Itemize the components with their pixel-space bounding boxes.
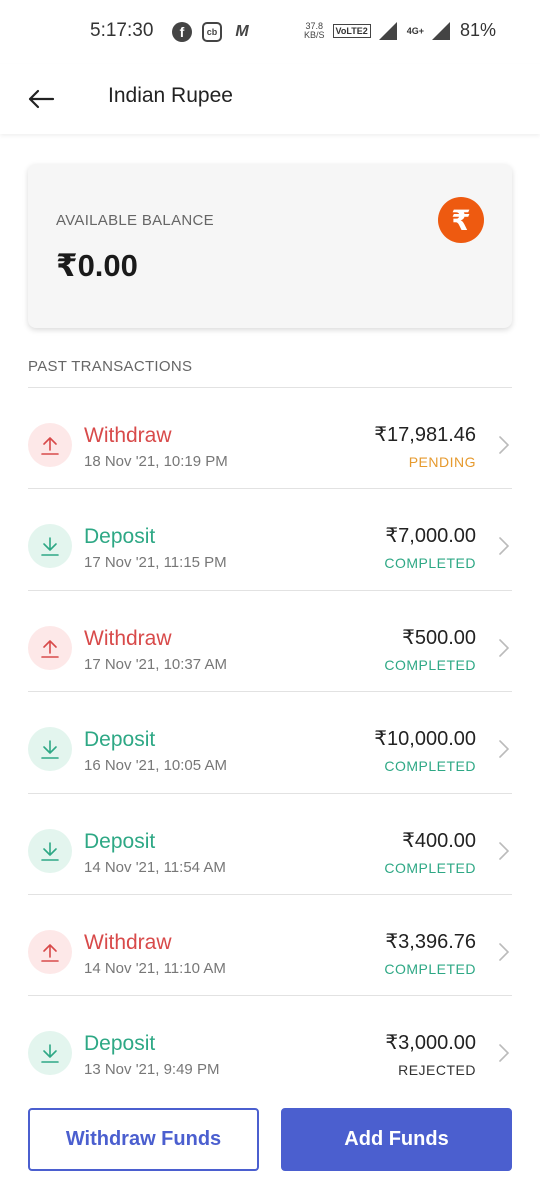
transaction-type: Deposit bbox=[84, 728, 156, 752]
transaction-status: COMPLETED bbox=[384, 555, 476, 572]
transaction-status: REJECTED bbox=[398, 1062, 476, 1079]
transaction-type: Withdraw bbox=[84, 930, 172, 954]
transaction-date: 16 Nov '21, 10:05 AM bbox=[84, 757, 227, 775]
section-title: PAST TRANSACTIONS bbox=[28, 358, 193, 375]
volte-icon: VoLTE2 bbox=[332, 23, 371, 38]
withdraw-funds-button[interactable]: Withdraw Funds bbox=[28, 1108, 259, 1171]
download-icon bbox=[28, 727, 72, 772]
transaction-date: 14 Nov '21, 11:54 AM bbox=[84, 858, 226, 876]
back-button[interactable] bbox=[26, 84, 56, 114]
network-speed-unit: KB/S bbox=[304, 29, 325, 40]
upload-icon bbox=[28, 423, 72, 467]
rupee-symbol: ₹ bbox=[451, 204, 471, 236]
transaction-type: Withdraw bbox=[84, 424, 172, 447]
facebook-icon: f bbox=[172, 22, 192, 42]
transaction-status: COMPLETED bbox=[384, 656, 476, 673]
status-time: 5:17:30 bbox=[90, 20, 154, 41]
transaction-type: Deposit bbox=[84, 1032, 156, 1056]
balance-card: AVAILABLE BALANCE ₹0.00 ₹ bbox=[28, 164, 512, 328]
add-funds-button[interactable]: Add Funds bbox=[281, 1108, 512, 1171]
transaction-amount: ₹400.00 bbox=[402, 829, 476, 852]
battery-level: 81% bbox=[459, 20, 496, 40]
arrow-left-icon bbox=[28, 89, 55, 109]
transaction-amount: ₹3,396.76 bbox=[385, 930, 476, 953]
transaction-type: Withdraw bbox=[84, 626, 172, 650]
transaction-amount: ₹7,000.00 bbox=[385, 525, 476, 548]
network-speed: 37.8 KB/S bbox=[304, 21, 325, 40]
notification-icons: f cb M bbox=[172, 22, 252, 42]
download-icon bbox=[28, 524, 72, 569]
transaction-row[interactable]: Deposit 14 Nov '21, 11:54 AM ₹400.00 COM… bbox=[28, 794, 512, 895]
download-icon bbox=[28, 1031, 72, 1076]
transaction-date: 17 Nov '21, 11:15 PM bbox=[84, 554, 227, 572]
transaction-row[interactable]: Deposit 17 Nov '21, 11:15 PM ₹7,000.00 C… bbox=[28, 489, 512, 591]
chevron-right-icon bbox=[499, 841, 510, 860]
chevron-right-icon bbox=[499, 740, 510, 758]
upload-icon bbox=[28, 929, 72, 974]
balance-label: AVAILABLE BALANCE bbox=[56, 212, 214, 229]
signal-icon-2 bbox=[431, 21, 450, 40]
m-app-icon: M bbox=[235, 23, 249, 40]
transaction-type: Deposit bbox=[84, 525, 156, 549]
chevron-right-icon bbox=[499, 1044, 510, 1063]
transaction-date: 13 Nov '21, 9:49 PM bbox=[84, 1061, 220, 1079]
transaction-status: COMPLETED bbox=[384, 859, 476, 876]
chevron-right-icon bbox=[499, 436, 510, 454]
transaction-status: COMPLETED bbox=[384, 960, 476, 977]
transaction-amount: ₹10,000.00 bbox=[374, 728, 476, 751]
transaction-status: COMPLETED bbox=[384, 758, 476, 775]
bottom-action-bar: Withdraw Funds Add Funds bbox=[0, 1092, 540, 1200]
transaction-type: Deposit bbox=[84, 829, 156, 853]
coinbase-icon: cb bbox=[202, 22, 222, 42]
transaction-amount: ₹500.00 bbox=[402, 626, 476, 649]
chevron-right-icon bbox=[499, 638, 510, 657]
signal-icon bbox=[378, 21, 397, 40]
app-header: Indian Rupee bbox=[0, 64, 540, 134]
transaction-row[interactable]: Withdraw 17 Nov '21, 10:37 AM ₹500.00 CO… bbox=[28, 591, 512, 693]
status-indicators: 37.8 KB/S VoLTE2 4G+ 81% bbox=[304, 20, 496, 41]
chevron-right-icon bbox=[499, 943, 510, 961]
download-icon bbox=[28, 828, 72, 873]
page-title: Indian Rupee bbox=[108, 84, 233, 107]
transaction-date: 17 Nov '21, 10:37 AM bbox=[84, 655, 227, 673]
balance-value: ₹0.00 bbox=[56, 248, 138, 283]
transaction-amount: ₹17,981.46 bbox=[374, 424, 476, 446]
transaction-date: 18 Nov '21, 10:19 PM bbox=[84, 453, 228, 470]
transaction-status: PENDING bbox=[408, 454, 476, 470]
rupee-icon: ₹ bbox=[438, 197, 484, 243]
transaction-row[interactable]: Withdraw 18 Nov '21, 10:19 PM ₹17,981.46… bbox=[28, 388, 512, 490]
network-type: 4G+ bbox=[406, 25, 424, 36]
upload-icon bbox=[28, 625, 72, 670]
transaction-row[interactable]: Deposit 16 Nov '21, 10:05 AM ₹10,000.00 … bbox=[28, 692, 512, 794]
transaction-date: 14 Nov '21, 11:10 AM bbox=[84, 959, 226, 977]
transaction-list: Withdraw 18 Nov '21, 10:19 PM ₹17,981.46… bbox=[28, 388, 512, 1098]
transaction-row[interactable]: Deposit 13 Nov '21, 9:49 PM ₹3,000.00 RE… bbox=[28, 996, 512, 1097]
transaction-amount: ₹3,000.00 bbox=[385, 1032, 476, 1055]
status-bar: 5:17:30 f cb M 37.8 KB/S VoLTE2 4G+ 81% bbox=[0, 0, 540, 64]
transaction-row[interactable]: Withdraw 14 Nov '21, 11:10 AM ₹3,396.76 … bbox=[28, 895, 512, 997]
chevron-right-icon bbox=[499, 537, 510, 556]
